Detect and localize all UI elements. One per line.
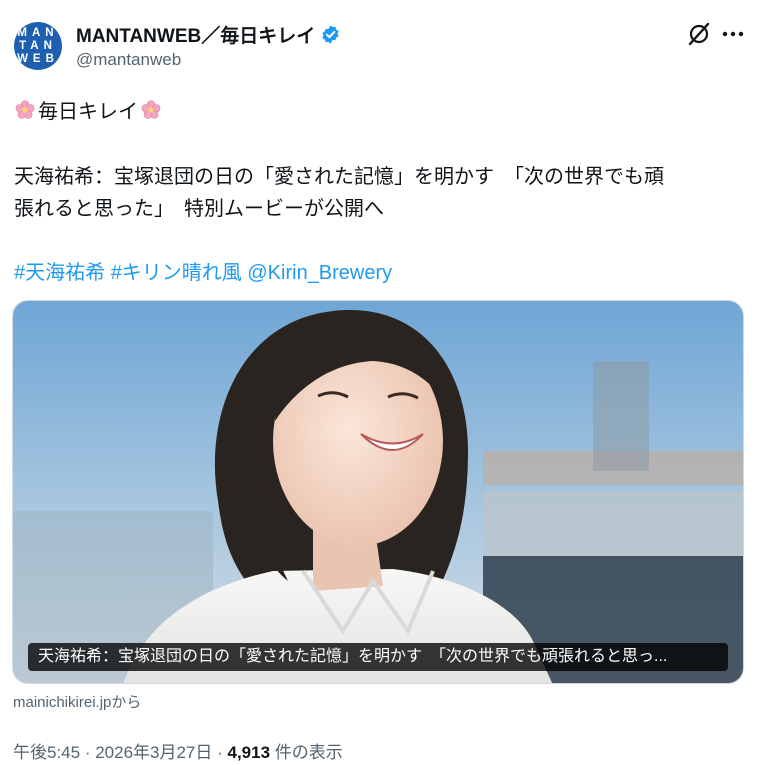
view-count: 4,913 (227, 743, 271, 762)
post-text-line: 天海祐希：宝塚退団の日の「愛された記憶」を明かす 「次の世界でも頑 (14, 166, 664, 188)
meta-separator: · (212, 743, 228, 762)
post-meta: 午後5:45 · 2026年3月27日 · 4,913 件の表示 (13, 738, 343, 763)
hashtag-link[interactable]: #キリン晴れ風 (111, 262, 242, 284)
card-source-link[interactable]: mainichikirei.jpから (13, 691, 141, 712)
card-caption: 天海祐希：宝塚退団の日の「愛された記憶」を明かす 「次の世界でも頑張れると思っ.… (28, 643, 728, 671)
post-time[interactable]: 午後5:45 (13, 743, 80, 762)
cherry-blossom-icon (15, 99, 35, 119)
photo-illustration (13, 301, 743, 683)
more-icon[interactable] (720, 27, 746, 41)
post-text-line: 張れると思った」 特別ムービーが公開へ (14, 198, 384, 220)
view-count-suffix: 件の表示 (270, 743, 343, 762)
meta-separator: · (80, 743, 96, 762)
mention-link[interactable]: @Kirin_Brewery (247, 262, 392, 284)
cherry-blossom-icon (141, 99, 161, 119)
display-name-row[interactable]: MANTANWEB／毎日キレイ (76, 21, 341, 48)
link-card-image[interactable] (12, 300, 744, 684)
grok-icon[interactable] (686, 21, 712, 47)
avatar-text-line: WEB (17, 53, 59, 65)
avatar-text-line: MAN (17, 27, 59, 39)
post-date[interactable]: 2026年3月27日 (95, 743, 212, 762)
post-text-line: 毎日キレイ (14, 95, 162, 124)
verified-badge-icon (322, 25, 339, 44)
avatar[interactable]: MAN TAN WEB (14, 22, 62, 70)
avatar-text-line: TAN (19, 40, 57, 52)
handle[interactable]: @mantanweb (76, 50, 181, 70)
hashtag-link[interactable]: #天海祐希 (14, 262, 105, 284)
hashtag-row: #天海祐希 #キリン晴れ風 @Kirin_Brewery (14, 256, 392, 285)
display-name[interactable]: MANTANWEB／毎日キレイ (76, 21, 315, 48)
post-text-line1: 毎日キレイ (38, 101, 138, 123)
